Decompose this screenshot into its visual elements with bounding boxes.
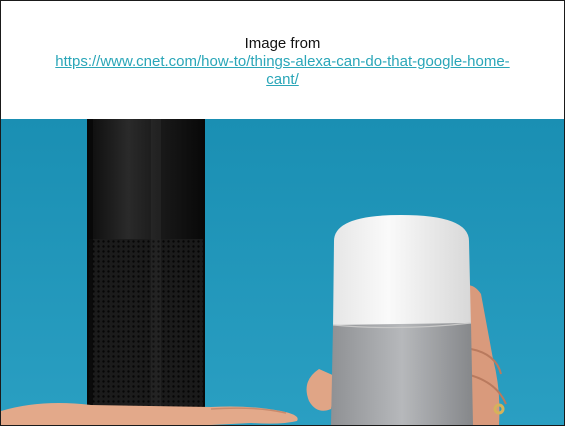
echo-speaker [87, 119, 205, 425]
smart-speakers-photo [1, 119, 564, 425]
source-link[interactable]: https://www.cnet.com/how-to/things-alexa… [53, 53, 513, 89]
slide: Image from https://www.cnet.com/how-to/t… [0, 0, 565, 426]
caption-prefix: Image from [244, 35, 321, 52]
google-home-speaker [331, 215, 473, 425]
image-caption: Image from https://www.cnet.com/how-to/t… [1, 1, 564, 119]
